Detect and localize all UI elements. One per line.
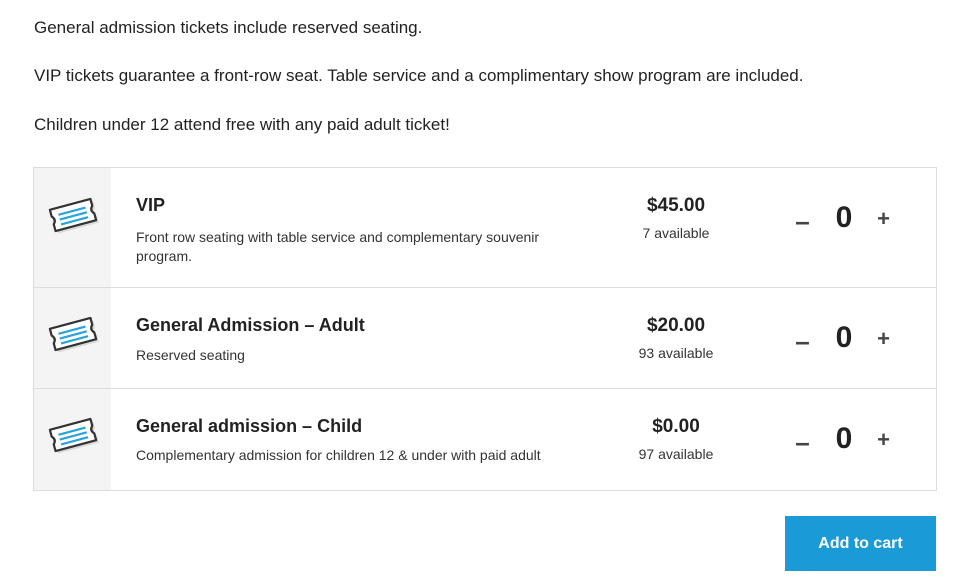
ticket-info: General admission – Child Complementary … xyxy=(136,389,556,465)
ticket-price-cell: $20.00 93 available xyxy=(624,288,728,361)
decrease-quantity-button[interactable]: – xyxy=(792,328,813,354)
ticket-availability: 97 available xyxy=(638,446,714,462)
ticket-info: General Admission – Adult Reserved seati… xyxy=(136,288,556,365)
increase-quantity-button[interactable]: + xyxy=(873,429,894,451)
quantity-stepper: – 0 + xyxy=(784,288,894,388)
ticket-price: $0.00 xyxy=(652,416,700,437)
quantity-value: 0 xyxy=(835,321,853,354)
quantity-stepper: – 0 + xyxy=(784,389,894,489)
ticket-description: Front row seating with table service and… xyxy=(136,229,540,264)
quantity-stepper: – 0 + xyxy=(784,168,894,268)
ticket-description: Reserved seating xyxy=(136,347,245,363)
decrease-quantity-button[interactable]: – xyxy=(792,429,813,455)
intro-children: Children under 12 attend free with any p… xyxy=(34,115,450,134)
ticket-icon-cell xyxy=(34,288,111,388)
quantity-value: 0 xyxy=(835,422,853,455)
decrease-quantity-button[interactable]: – xyxy=(792,208,813,234)
ticket-row-general-child: General admission – Child Complementary … xyxy=(34,389,936,490)
ticket-availability: 93 available xyxy=(638,345,714,361)
ticket-icon-cell xyxy=(34,389,111,490)
ticket-icon-cell xyxy=(34,168,111,287)
ticket-name: VIP xyxy=(136,195,166,215)
ticket-table: VIP Front row seating with table service… xyxy=(33,167,937,491)
ticket-name: General Admission – Adult xyxy=(136,315,365,335)
ticket-row-vip: VIP Front row seating with table service… xyxy=(34,168,936,288)
intro-vip: VIP tickets guarantee a front-row seat. … xyxy=(34,66,804,85)
ticket-name: General admission – Child xyxy=(136,416,363,436)
increase-quantity-button[interactable]: + xyxy=(873,208,894,230)
ticket-row-general-adult: General Admission – Adult Reserved seati… xyxy=(34,288,936,389)
ticket-price-cell: $0.00 97 available xyxy=(624,389,728,462)
ticket-availability: 7 available xyxy=(642,225,710,241)
ticket-price: $20.00 xyxy=(646,315,706,336)
quantity-value: 0 xyxy=(835,201,853,234)
ticket-price-cell: $45.00 7 available xyxy=(624,168,728,241)
intro-general-admission: General admission tickets include reserv… xyxy=(34,18,423,37)
ticket-icon xyxy=(46,414,100,461)
ticket-description: Complementary admission for children 12 … xyxy=(136,447,541,463)
ticket-icon xyxy=(46,313,100,360)
ticket-icon xyxy=(46,194,100,241)
ticket-info: VIP Front row seating with table service… xyxy=(136,168,556,266)
increase-quantity-button[interactable]: + xyxy=(873,328,894,350)
add-to-cart-button[interactable]: Add to cart xyxy=(785,516,936,571)
ticket-price: $45.00 xyxy=(646,195,706,216)
